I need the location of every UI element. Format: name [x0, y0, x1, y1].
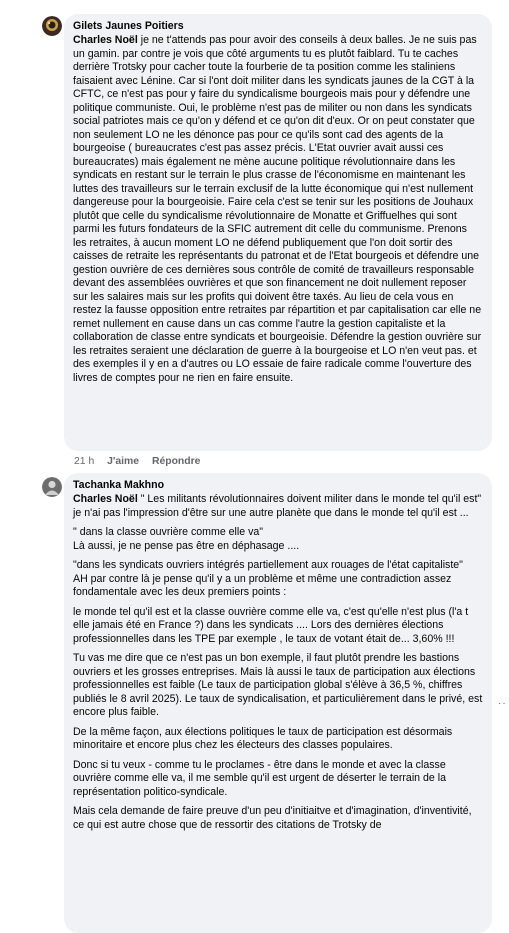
comment-paragraph: " dans la classe ouvrière comme elle va"…: [73, 526, 300, 552]
comment-body: je ne t'attends pas pour avoir des conse…: [73, 34, 482, 384]
avatar[interactable]: [42, 16, 62, 36]
mention-link[interactable]: Charles Noël: [73, 493, 138, 505]
comment-bubble: Tachanka Makhno Charles Noël " Les milit…: [64, 473, 492, 933]
comment-text: Charles Noël je ne t'attends pas pour av…: [73, 34, 483, 385]
comment-paragraph: Mais cela demande de faire preuve d'un p…: [73, 805, 472, 831]
comment-author[interactable]: Tachanka Makhno: [73, 479, 483, 492]
comment-paragraph: Tu vas me dire que ce n'est pas un bon e…: [73, 652, 483, 718]
reply-button[interactable]: Répondre: [152, 456, 201, 467]
comment-bubble: Gilets Jaunes Poitiers Charles Noël je n…: [64, 14, 492, 451]
comment-paragraph: Donc si tu veux - comme tu le proclames …: [73, 758, 446, 798]
comment-text: Charles Noël " Les militants révolutionn…: [73, 493, 483, 520]
comment-actions: 21 h J'aime Répondre: [74, 456, 210, 467]
comment-paragraph: De la même façon, aux élections politiqu…: [73, 725, 453, 752]
avatar[interactable]: [42, 477, 62, 497]
more-options-icon[interactable]: ··: [498, 698, 507, 709]
like-button[interactable]: J'aime: [107, 456, 139, 467]
comment-paragraph: le monde tel qu'il est et la classe ouvr…: [73, 605, 469, 645]
mention-link[interactable]: Charles Noël: [73, 34, 138, 46]
comment-timestamp[interactable]: 21 h: [74, 456, 94, 467]
comment-paragraph: "dans les syndicats ouvriers intégrés pa…: [73, 559, 463, 598]
comment-author[interactable]: Gilets Jaunes Poitiers: [73, 20, 483, 33]
